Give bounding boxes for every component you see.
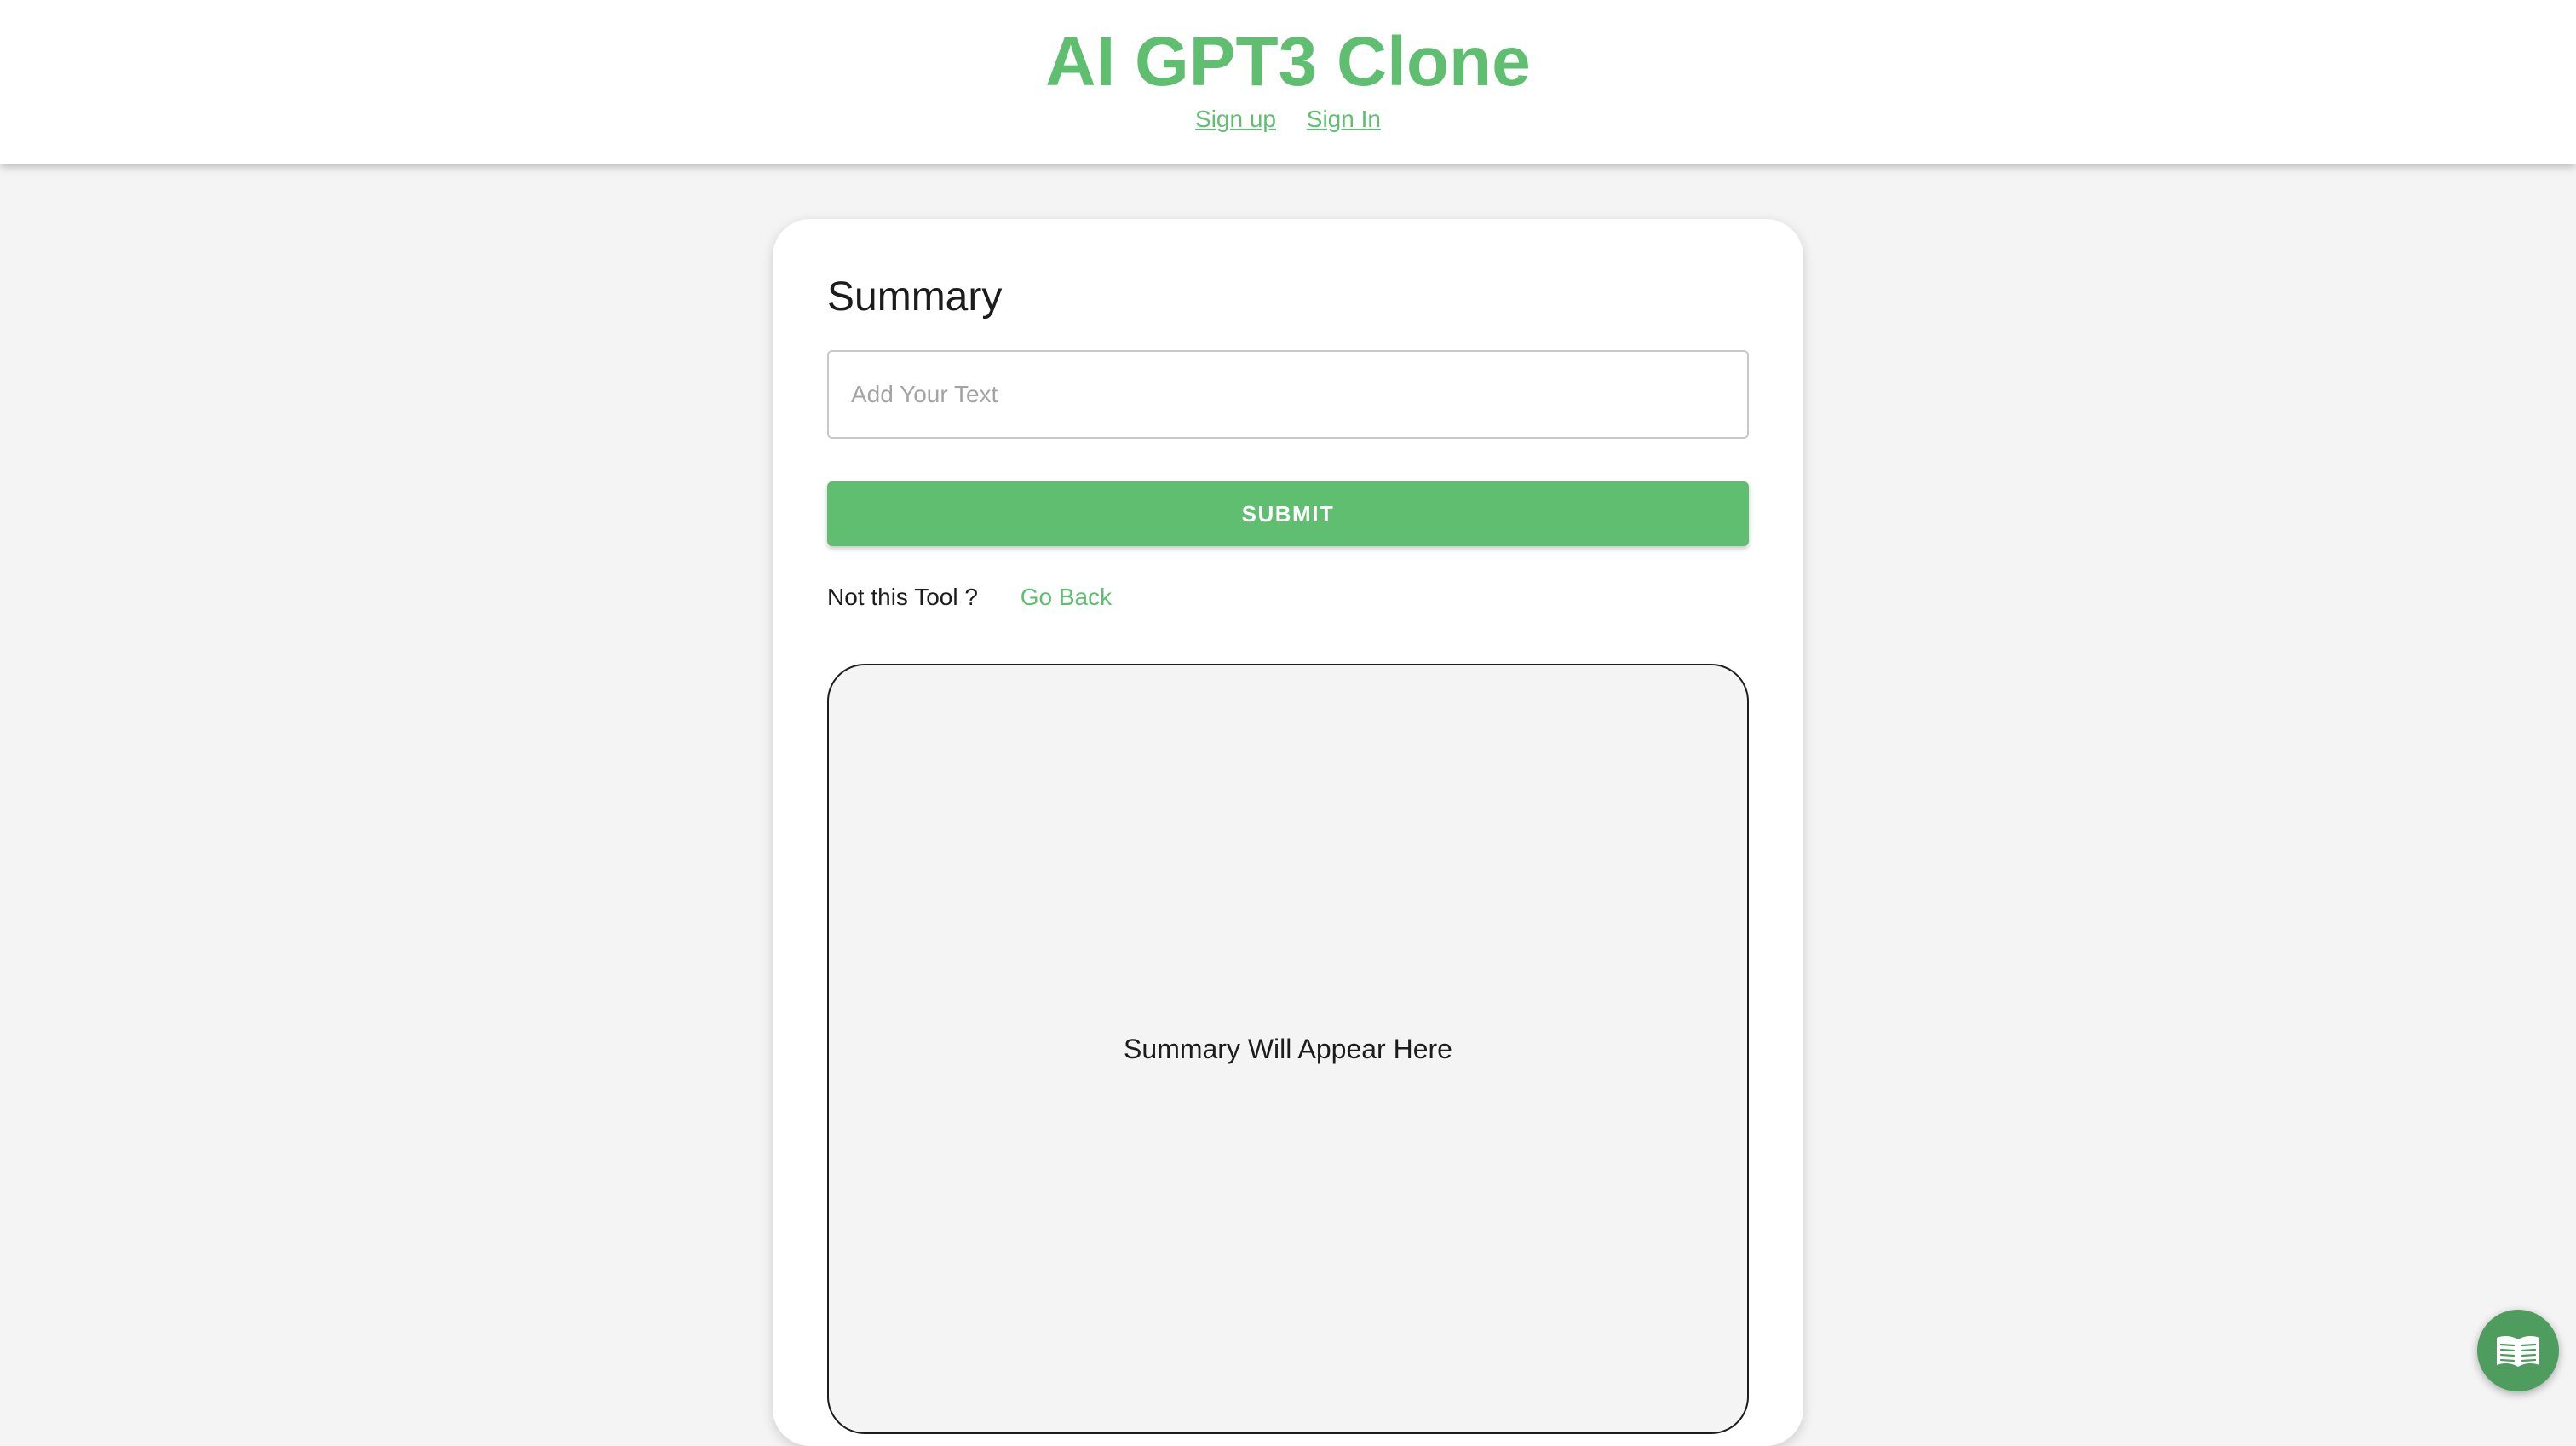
- sign-in-link[interactable]: Sign In: [1307, 106, 1381, 132]
- app-title: AI GPT3 Clone: [1045, 23, 1531, 101]
- summary-placeholder-text: Summary Will Appear Here: [1124, 1034, 1452, 1064]
- submit-button[interactable]: SUBMIT: [827, 481, 1749, 546]
- book-open-icon: [2497, 1335, 2539, 1367]
- top-header: AI GPT3 Clone Sign up Sign In: [0, 0, 2576, 164]
- not-this-tool-text: Not this Tool ?: [827, 584, 978, 610]
- summary-output-box: Summary Will Appear Here: [827, 664, 1749, 1434]
- auth-links: Sign up Sign In: [0, 102, 2576, 136]
- go-back-link[interactable]: Go Back: [1021, 584, 1112, 610]
- floating-action-button[interactable]: [2477, 1310, 2559, 1391]
- sign-up-link[interactable]: Sign up: [1195, 106, 1276, 132]
- summary-tool-card: Summary SUBMIT Not this Tool ? Go Back S…: [773, 219, 1803, 1446]
- tool-title: Summary: [827, 274, 1003, 320]
- text-input[interactable]: [827, 350, 1749, 439]
- tool-switch-row: Not this Tool ? Go Back: [827, 575, 1112, 619]
